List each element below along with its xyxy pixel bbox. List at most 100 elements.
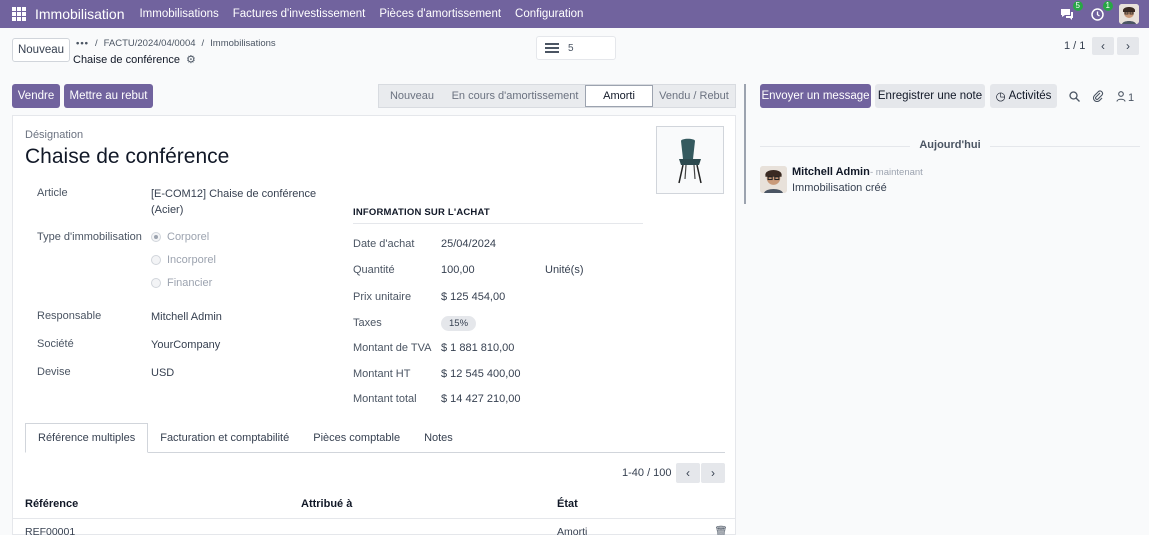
purchase-date-value[interactable]: 25/04/2024 bbox=[441, 238, 496, 250]
unit-price-label: Prix unitaire bbox=[353, 291, 412, 303]
list-prev-button[interactable]: ‹ bbox=[676, 463, 700, 483]
tab-reference-multiples[interactable]: Référence multiples bbox=[25, 423, 149, 453]
followers-button[interactable]: 1 bbox=[1116, 90, 1134, 105]
list-next-button[interactable]: › bbox=[701, 463, 725, 483]
total-label: Montant total bbox=[353, 393, 417, 405]
currency-label: Devise bbox=[37, 366, 71, 378]
quantity-label: Quantité bbox=[353, 264, 395, 276]
radio-incorporel[interactable]: Incorporel bbox=[151, 254, 216, 266]
date-separator: Aujourd'hui bbox=[760, 139, 1140, 153]
activities-label: Activités bbox=[1008, 90, 1052, 102]
radio-dot bbox=[151, 255, 161, 265]
table-header-divider bbox=[13, 518, 735, 519]
designation-label: Désignation bbox=[25, 129, 84, 141]
tab-notes[interactable]: Notes bbox=[412, 423, 465, 452]
messaging-badge: 5 bbox=[1072, 1, 1083, 11]
gear-icon[interactable]: ⚙ bbox=[186, 53, 196, 66]
pager-prev-button[interactable]: ‹ bbox=[1092, 37, 1114, 55]
record-name: Chaise de conférence bbox=[73, 53, 181, 66]
message-avatar[interactable] bbox=[760, 166, 787, 193]
radio-financier[interactable]: Financier bbox=[151, 277, 212, 289]
radio-dot bbox=[151, 278, 161, 288]
quantity-value[interactable]: 100,00 bbox=[441, 264, 475, 276]
user-icon bbox=[1116, 90, 1126, 105]
radio-corporel[interactable]: Corporel bbox=[151, 231, 209, 243]
search-panel[interactable]: 5 bbox=[536, 36, 616, 60]
chatter-toolbar: 1 bbox=[1069, 90, 1134, 105]
top-navbar: Immobilisation Immobilisations Factures … bbox=[0, 0, 1149, 28]
stage-amorti[interactable]: Amorti bbox=[585, 85, 653, 107]
sell-button[interactable]: Vendre bbox=[12, 84, 60, 108]
scrap-button[interactable]: Mettre au rebut bbox=[64, 84, 153, 108]
row-state[interactable]: Amorti bbox=[557, 526, 587, 535]
clock-icon: ◷ bbox=[995, 91, 1006, 103]
article-value-line1[interactable]: [E-COM12] Chaise de conférence bbox=[151, 188, 316, 200]
form-chatter-divider[interactable] bbox=[744, 84, 746, 204]
unit-price-value[interactable]: $ 125 454,00 bbox=[441, 291, 505, 303]
trash-icon[interactable]: 🗑 bbox=[714, 525, 728, 535]
activity-badge: 1 bbox=[1102, 1, 1113, 11]
breadcrumb-more[interactable]: ••• bbox=[76, 38, 89, 49]
radio-label: Financier bbox=[167, 277, 213, 289]
tax-tag[interactable]: 15% bbox=[441, 316, 477, 331]
activity-clock-icon[interactable]: 1 bbox=[1089, 1, 1113, 22]
form-sheet: Désignation Chaise de conférence Article… bbox=[12, 115, 736, 535]
menu-pieces-amortissement[interactable]: Pièces d'amortissement bbox=[379, 8, 501, 20]
column-assigned[interactable]: Attribué à bbox=[301, 498, 352, 510]
record-pager[interactable]: 1 / 1 bbox=[1064, 40, 1085, 52]
message-author[interactable]: Mitchell Admin bbox=[792, 166, 870, 178]
notebook-tabs: Référence multiples Facturation et compt… bbox=[25, 423, 725, 453]
breadcrumb: ••• / FACTU/2024/04/0004 / Immobilisatio… bbox=[76, 38, 276, 49]
breadcrumb-immobilisations[interactable]: Immobilisations bbox=[210, 38, 275, 49]
date-separator-label: Aujourd'hui bbox=[910, 139, 990, 151]
tab-pieces-comptable[interactable]: Pièces comptable bbox=[301, 423, 412, 452]
purchase-info-heading: INFORMATION SUR L'ACHAT bbox=[353, 207, 643, 224]
send-message-button[interactable]: Envoyer un message bbox=[760, 84, 871, 108]
chevron-right-icon: › bbox=[1126, 39, 1130, 53]
menu-factures-investissement[interactable]: Factures d'investissement bbox=[233, 8, 366, 20]
article-value-line2[interactable]: (Acier) bbox=[151, 204, 183, 216]
breadcrumb-invoice[interactable]: FACTU/2024/04/0004 bbox=[104, 38, 196, 49]
asset-title[interactable]: Chaise de conférence bbox=[25, 145, 229, 169]
untaxed-value: $ 12 545 400,00 bbox=[441, 368, 521, 380]
product-image[interactable] bbox=[656, 126, 724, 194]
responsible-value[interactable]: Mitchell Admin bbox=[151, 311, 222, 323]
search-count: 5 bbox=[568, 42, 574, 54]
menu-configuration[interactable]: Configuration bbox=[515, 8, 583, 20]
menu-immobilisations[interactable]: Immobilisations bbox=[139, 8, 218, 20]
vat-label: Montant de TVA bbox=[353, 342, 432, 354]
tab-facturation[interactable]: Facturation et comptabilité bbox=[148, 423, 301, 452]
unit-value[interactable]: Unité(s) bbox=[545, 264, 584, 276]
currency-value[interactable]: USD bbox=[151, 367, 174, 379]
log-note-button[interactable]: Enregistrer une note bbox=[875, 84, 985, 108]
radio-label: Incorporel bbox=[167, 254, 216, 266]
company-value[interactable]: YourCompany bbox=[151, 339, 220, 351]
messaging-icon[interactable]: 5 bbox=[1059, 1, 1083, 22]
purchase-date-label: Date d'achat bbox=[353, 238, 415, 250]
untaxed-label: Montant HT bbox=[353, 368, 411, 380]
search-icon[interactable] bbox=[1069, 90, 1080, 105]
chevron-left-icon: ‹ bbox=[1101, 39, 1105, 53]
list-icon bbox=[545, 43, 559, 53]
user-avatar[interactable] bbox=[1119, 4, 1139, 24]
message-body: Immobilisation créé bbox=[792, 182, 887, 194]
message-time: - maintenant bbox=[870, 167, 923, 178]
radio-dot bbox=[151, 232, 161, 242]
stage-vendu-rebut[interactable]: Vendu / Rebut bbox=[653, 85, 735, 107]
statusbar: Nouveau En cours d'amortissement Amorti … bbox=[378, 84, 736, 108]
stage-nouveau[interactable]: Nouveau bbox=[379, 85, 445, 107]
stage-en-cours[interactable]: En cours d'amortissement bbox=[445, 85, 585, 107]
column-reference[interactable]: Référence bbox=[25, 498, 78, 510]
column-state[interactable]: État bbox=[557, 498, 578, 510]
apps-menu-icon[interactable] bbox=[12, 7, 26, 21]
pager-next-button[interactable]: › bbox=[1117, 37, 1139, 55]
new-button[interactable]: Nouveau bbox=[12, 38, 70, 62]
paperclip-icon[interactable] bbox=[1092, 90, 1104, 105]
row-reference[interactable]: REF00001 bbox=[25, 526, 75, 535]
app-name[interactable]: Immobilisation bbox=[35, 6, 124, 22]
company-label: Société bbox=[37, 338, 74, 350]
activities-button[interactable]: ◷ Activités bbox=[990, 84, 1057, 108]
chevron-right-icon: › bbox=[711, 466, 715, 480]
taxes-label: Taxes bbox=[353, 317, 382, 329]
list-pager[interactable]: 1-40 / 100 bbox=[622, 467, 672, 479]
